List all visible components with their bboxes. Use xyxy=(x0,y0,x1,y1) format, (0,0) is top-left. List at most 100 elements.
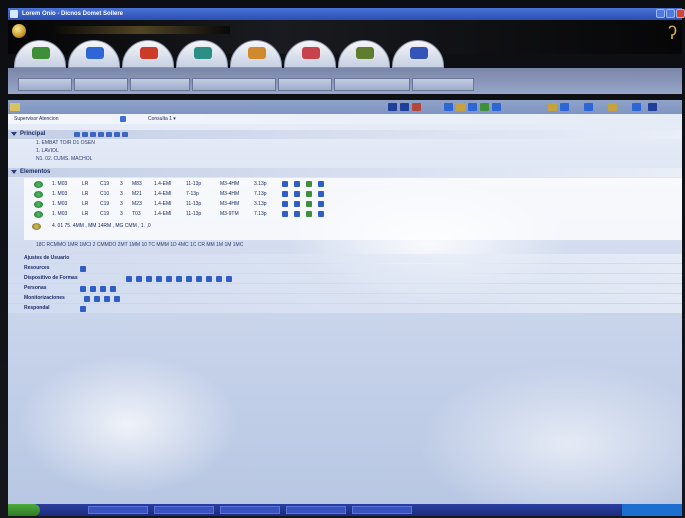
table-row[interactable]: 1. M03 LR C19 3 M23 1.4-EMI 11-13p M3-4H… xyxy=(24,200,424,209)
taskbar-button[interactable] xyxy=(352,506,412,514)
table-row[interactable]: 1. M03 LR C10 3 M21 1.4-EMI 7-13p M3-4HM… xyxy=(24,190,424,199)
property-row[interactable]: Dispositivo de Formas xyxy=(8,274,682,283)
property-icon[interactable] xyxy=(90,286,96,292)
nav-tab-1[interactable] xyxy=(18,78,72,91)
info-icon[interactable] xyxy=(282,191,288,197)
connect-icon[interactable] xyxy=(306,181,312,187)
property-icon[interactable] xyxy=(216,276,222,282)
minimize-button[interactable] xyxy=(656,9,665,18)
property-icon[interactable] xyxy=(80,266,86,272)
taskbar-button[interactable] xyxy=(154,506,214,514)
module-tab-1[interactable] xyxy=(14,40,66,68)
info-icon[interactable] xyxy=(282,211,288,217)
settings-icon[interactable] xyxy=(318,191,324,197)
tool-icon-3[interactable] xyxy=(468,103,477,111)
cell: M3-4HM xyxy=(220,201,240,207)
settings-icon[interactable] xyxy=(318,181,324,187)
section-principal-tools[interactable] xyxy=(74,132,130,139)
property-icon[interactable] xyxy=(186,276,192,282)
property-icon[interactable] xyxy=(176,276,182,282)
maximize-button[interactable] xyxy=(666,9,675,18)
edit-icon[interactable] xyxy=(294,191,300,197)
property-icon[interactable] xyxy=(166,276,172,282)
info-icon[interactable] xyxy=(282,201,288,207)
module-2-icon xyxy=(86,47,104,59)
property-row[interactable]: Personas xyxy=(8,284,682,293)
taskbar-button[interactable] xyxy=(286,506,346,514)
tool-icon-2[interactable] xyxy=(456,103,465,111)
delete-icon[interactable] xyxy=(412,103,421,111)
section-principal-label: Principal xyxy=(20,131,46,137)
info-icon[interactable] xyxy=(282,181,288,187)
filter-dropdown[interactable]: Consulta 1 ▾ xyxy=(148,116,176,122)
property-icon[interactable] xyxy=(114,296,120,302)
property-icon[interactable] xyxy=(94,296,100,302)
tool-icon-5[interactable] xyxy=(492,103,501,111)
module-tab-5[interactable] xyxy=(230,40,282,68)
print-icon[interactable] xyxy=(400,103,409,111)
property-icon[interactable] xyxy=(104,296,110,302)
property-icon[interactable] xyxy=(226,276,232,282)
section-elementos[interactable]: Elementos xyxy=(8,168,682,177)
settings-icon[interactable] xyxy=(318,211,324,217)
property-row[interactable]: Monitorizaciones xyxy=(8,294,682,303)
tool-icon-7[interactable] xyxy=(560,103,569,111)
start-button[interactable] xyxy=(8,504,40,516)
filter-icon[interactable] xyxy=(120,116,126,122)
nav-tab-7[interactable] xyxy=(412,78,474,91)
taskbar-button[interactable] xyxy=(88,506,148,514)
nav-tab-3[interactable] xyxy=(130,78,190,91)
taskbar-button[interactable] xyxy=(220,506,280,514)
module-tab-7[interactable] xyxy=(338,40,390,68)
cell: 1. M03 xyxy=(52,181,68,187)
tool-icon-1[interactable] xyxy=(444,103,453,111)
property-icon[interactable] xyxy=(100,286,106,292)
title-bar[interactable]: Lorem Onio - Dicnos Domet Sollere xyxy=(8,8,685,20)
property-row[interactable]: Ajustes de Usuario xyxy=(8,254,682,263)
property-icon[interactable] xyxy=(206,276,212,282)
module-tab-2[interactable] xyxy=(68,40,120,68)
property-icon[interactable] xyxy=(110,286,116,292)
tool-icon-10[interactable] xyxy=(632,103,641,111)
nav-tab-4[interactable] xyxy=(192,78,276,91)
save-icon[interactable] xyxy=(388,103,397,111)
settings-icon[interactable] xyxy=(318,201,324,207)
module-tab-6[interactable] xyxy=(284,40,336,68)
table-row[interactable]: 1. M03 LR C19 3 T03 1.4-EMI 11-13p M3-9T… xyxy=(24,210,424,219)
computer-icon xyxy=(34,191,43,198)
tool-icon-9[interactable] xyxy=(608,103,617,111)
cell: 1.4-EMI xyxy=(154,191,172,197)
connect-icon[interactable] xyxy=(306,201,312,207)
tool-icon-4[interactable] xyxy=(480,103,489,111)
edit-icon[interactable] xyxy=(294,211,300,217)
edit-icon[interactable] xyxy=(294,201,300,207)
property-icon[interactable] xyxy=(80,286,86,292)
connect-icon[interactable] xyxy=(306,191,312,197)
tool-icon-6[interactable] xyxy=(548,103,557,111)
property-icon[interactable] xyxy=(146,276,152,282)
folder-icon[interactable] xyxy=(10,103,20,111)
tool-icon-8[interactable] xyxy=(584,103,593,111)
nav-tab-5[interactable] xyxy=(278,78,332,91)
nav-tab-2[interactable] xyxy=(74,78,128,91)
section-principal[interactable]: Principal xyxy=(8,130,682,139)
table-row[interactable]: 1. M03 LR C19 3 M83 1.4-EMI 11-13p M3-4H… xyxy=(24,180,424,189)
property-icon[interactable] xyxy=(126,276,132,282)
system-tray[interactable] xyxy=(622,504,682,516)
edit-icon[interactable] xyxy=(294,181,300,187)
module-tab-3[interactable] xyxy=(122,40,174,68)
nav-tab-6[interactable] xyxy=(334,78,410,91)
property-row[interactable]: Respondal xyxy=(8,304,682,313)
property-icon[interactable] xyxy=(196,276,202,282)
module-tab-8[interactable] xyxy=(392,40,444,68)
connect-icon[interactable] xyxy=(306,211,312,217)
cell: 3.13p xyxy=(254,201,267,207)
property-row[interactable]: Resources xyxy=(8,264,682,273)
property-icon[interactable] xyxy=(84,296,90,302)
close-button[interactable] xyxy=(676,9,685,18)
help-icon[interactable] xyxy=(648,103,657,111)
property-icon[interactable] xyxy=(156,276,162,282)
module-tab-4[interactable] xyxy=(176,40,228,68)
property-icon[interactable] xyxy=(136,276,142,282)
property-icon[interactable] xyxy=(80,306,86,312)
